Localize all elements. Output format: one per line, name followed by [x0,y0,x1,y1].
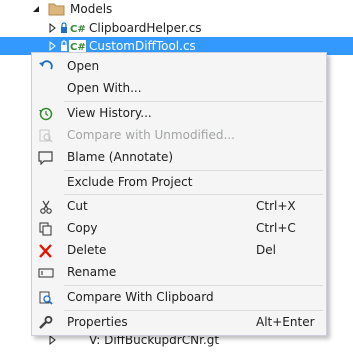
menu-item-compare-unmodified[interactable]: Compare with Unmodified... [32,124,326,146]
open-icon [38,59,54,73]
menu-item-label: Rename [67,265,117,279]
menu-item-shortcut: Ctrl+C [256,221,296,235]
rename-icon [38,265,54,279]
menu-item-label: Copy [67,221,98,235]
tree-item-models[interactable]: Models [0,0,353,18]
delete-icon [38,243,54,258]
compare-clipboard-icon [38,290,54,305]
scissors-icon [38,199,54,214]
menu-item-open-with[interactable]: Open With... [32,77,326,99]
tree-item-label: ClipboardHelper.cs [89,21,202,35]
collapsed-arrow-icon[interactable] [48,19,58,37]
csharp-icon: C# [70,24,86,35]
menu-item-label: Delete [67,243,107,257]
menu-item-label: Open [67,59,100,73]
menu-item-exclude-from-project[interactable]: Exclude From Project [32,171,326,193]
menu-item-cut[interactable]: Cut Ctrl+X [32,195,326,217]
history-icon [38,106,54,121]
copy-icon [38,221,54,236]
menu-item-label: Compare With Clipboard [67,290,214,304]
folder-icon [48,2,66,16]
menu-item-shortcut: Del [256,243,276,257]
menu-item-delete[interactable]: Delete Del [32,239,326,261]
menu-item-blame[interactable]: Blame (Annotate) [32,146,326,168]
menu-item-compare-with-clipboard[interactable]: Compare With Clipboard [32,286,326,308]
menu-item-shortcut: Alt+Enter [256,315,315,329]
menu-item-properties[interactable]: Properties Alt+Enter [32,311,326,333]
modified-csharp-file-icon: C# [60,39,90,53]
menu-item-label: Properties [67,315,128,329]
menu-item-label: Cut [67,199,88,213]
menu-item-label: Exclude From Project [67,175,193,189]
menu-item-label: Compare with Unmodified... [67,128,235,142]
wrench-icon [38,315,54,329]
menu-item-copy[interactable]: Copy Ctrl+C [32,217,326,239]
context-menu: Open Open With... View History... Compar… [31,52,327,336]
expanded-arrow-icon[interactable] [32,0,42,18]
menu-item-rename[interactable]: Rename [32,261,326,283]
menu-item-label: Open With... [67,81,142,95]
menu-item-open[interactable]: Open [32,55,326,77]
menu-item-view-history[interactable]: View History... [32,102,326,124]
menu-item-label: View History... [67,106,152,120]
menu-item-label: Blame (Annotate) [67,150,174,164]
lock-icon: C# [60,21,90,35]
tree-item-label: Models [70,2,113,16]
tree-item-clipboardhelper[interactable]: C# ClipboardHelper.cs [0,19,353,37]
compare-unmodified-icon [38,128,54,143]
blame-icon [38,150,54,166]
menu-item-shortcut: Ctrl+X [256,199,296,213]
